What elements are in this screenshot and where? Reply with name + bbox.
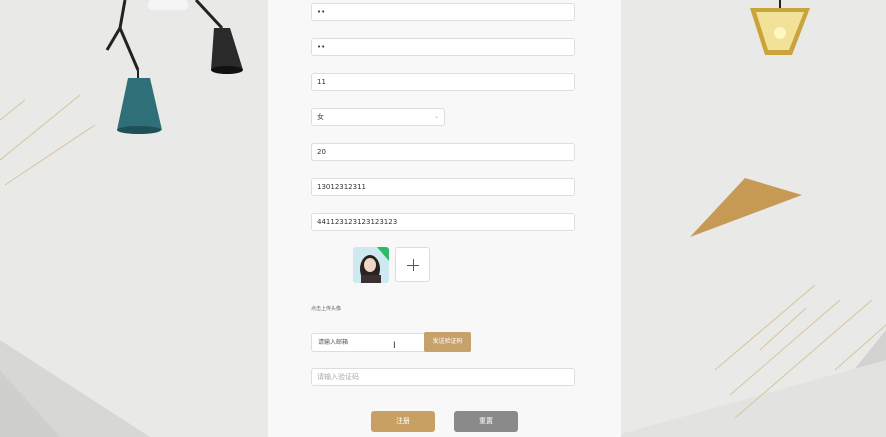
upload-avatar-button[interactable] xyxy=(395,247,430,282)
chevron-down-icon: ⌄ xyxy=(433,113,439,120)
id-number-field[interactable]: 441123123123123123 xyxy=(311,213,575,231)
gender-value: 女 xyxy=(317,113,324,121)
gender-select[interactable]: 女 ⌄ xyxy=(311,108,445,126)
confirm-password-field[interactable]: •• xyxy=(311,38,575,56)
name-field[interactable]: 11 xyxy=(311,73,575,91)
register-button[interactable]: 注册 xyxy=(371,411,435,432)
reset-button[interactable]: 重置 xyxy=(454,411,518,432)
send-code-button[interactable]: 发送验证码 xyxy=(424,332,471,352)
upload-hint: 点击上传头像 xyxy=(311,306,342,312)
email-input[interactable]: 请输入邮箱 xyxy=(311,333,425,352)
avatar[interactable] xyxy=(353,247,389,283)
verification-code-input[interactable]: 请输入验证码 xyxy=(311,368,575,386)
avatar-image xyxy=(353,247,389,283)
text-cursor-icon: I xyxy=(393,341,396,351)
password-field[interactable]: •• xyxy=(311,3,575,21)
phone-field[interactable]: 13012312311 xyxy=(311,178,575,196)
age-field[interactable]: 20 xyxy=(311,143,575,161)
